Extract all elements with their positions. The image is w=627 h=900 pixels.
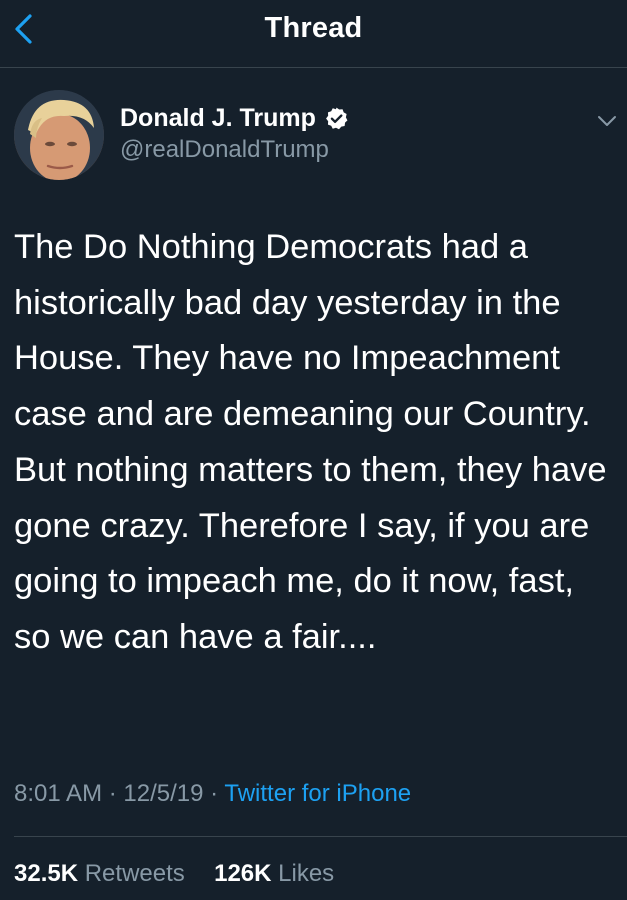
tweet-text: The Do Nothing Democrats had a historica…: [14, 228, 607, 656]
tweet-stats: 32.5K Retweets 126K Likes: [14, 860, 334, 888]
likes-label: Likes: [278, 860, 335, 887]
retweets-count: 32.5K: [14, 860, 79, 887]
author-name-row[interactable]: Donald J. Trump: [120, 102, 349, 134]
tweet-time: 8:01 AM: [14, 780, 103, 807]
nav-bar: Thread: [0, 0, 627, 68]
likes-stat[interactable]: 126K Likes: [207, 860, 334, 887]
tweet-date: 12/5/19: [123, 780, 204, 807]
avatar[interactable]: [14, 90, 104, 180]
author-name: Donald J. Trump: [120, 103, 316, 132]
meta-separator: ·: [108, 780, 117, 807]
tweet-metadata: 8:01 AM · 12/5/19 · Twitter for iPhone: [14, 780, 411, 808]
author-handle: @realDonaldTrump: [120, 136, 329, 163]
avatar-image: [14, 90, 104, 180]
meta-separator: ·: [210, 780, 219, 807]
tweet-source-link[interactable]: Twitter for iPhone: [224, 780, 411, 807]
divider: [14, 836, 627, 837]
retweets-label: Retweets: [84, 860, 185, 887]
page-title: Thread: [264, 12, 363, 44]
chevron-down-icon[interactable]: [594, 108, 620, 134]
verified-badge-icon: [324, 106, 349, 131]
retweets-stat[interactable]: 32.5K Retweets: [14, 860, 191, 887]
likes-count: 126K: [214, 860, 272, 887]
